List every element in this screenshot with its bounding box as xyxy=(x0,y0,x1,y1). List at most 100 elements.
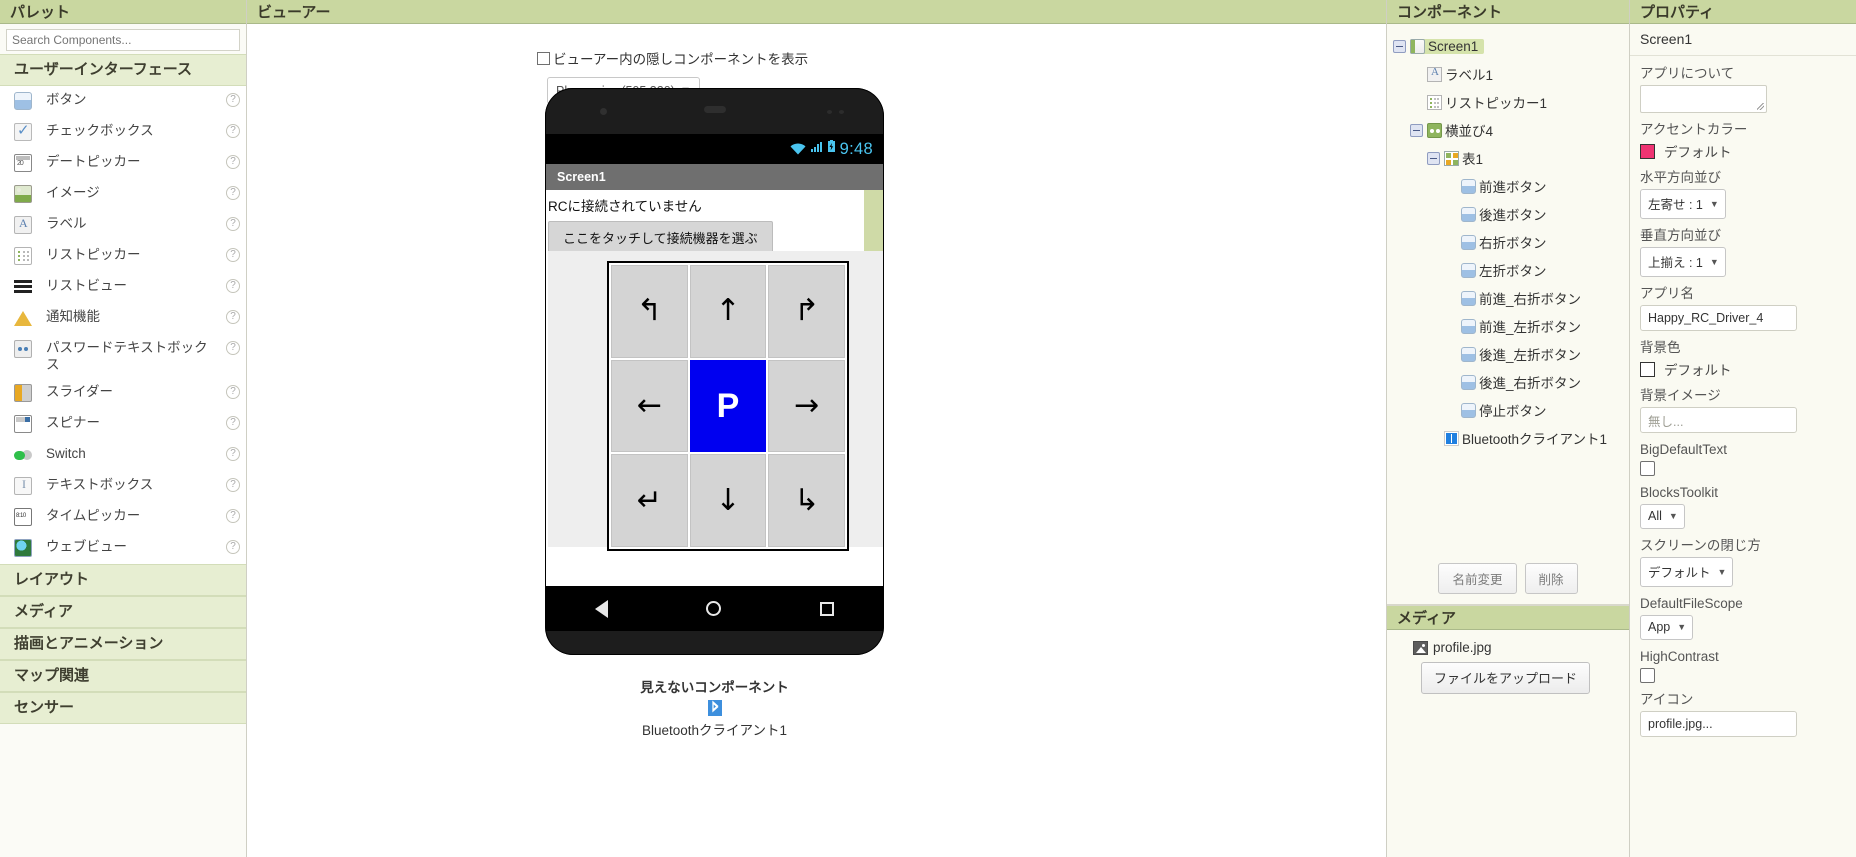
delete-button[interactable]: 削除 xyxy=(1524,563,1578,594)
grid-button-7[interactable]: ↵ xyxy=(611,454,688,547)
help-icon[interactable]: ? xyxy=(226,478,240,492)
tree-node-body[interactable]: 右折ボタン xyxy=(1461,232,1547,252)
label1[interactable]: RCに接続されていません xyxy=(546,190,883,217)
tree-node[interactable]: 前進ボタン xyxy=(1393,172,1629,200)
tree-node[interactable]: 後進ボタン xyxy=(1393,200,1629,228)
grid-button-2[interactable]: ↑ xyxy=(689,265,767,358)
palette-item[interactable]: ウェブビュー? xyxy=(0,533,246,564)
help-icon[interactable]: ? xyxy=(226,279,240,293)
tree-node[interactable]: Screen1 xyxy=(1393,32,1629,60)
color-swatch-icon[interactable] xyxy=(1640,143,1655,159)
help-icon[interactable]: ? xyxy=(226,341,240,355)
help-icon[interactable]: ? xyxy=(226,186,240,200)
tree-node-body[interactable]: リストピッカー1 xyxy=(1427,92,1547,112)
show-hidden-checkbox[interactable] xyxy=(537,51,550,65)
nav-back-icon[interactable] xyxy=(595,599,609,618)
help-icon[interactable]: ? xyxy=(226,217,240,231)
palette-scroll-area[interactable]: ユーザーインターフェースボタン?チェックボックス?デートピッカー?イメージ?ラベ… xyxy=(0,54,246,857)
tree-node[interactable]: 前進_左折ボタン xyxy=(1393,312,1629,340)
properties-list[interactable]: アプリについて アクセントカラー デフォルト 水平方向並び 左寄せ : 1 ▼ 垂直方向並び… xyxy=(1630,56,1856,857)
help-icon[interactable]: ? xyxy=(226,248,240,262)
palette-item[interactable]: Switch? xyxy=(0,440,246,471)
grid-button-1[interactable]: ↰ xyxy=(611,265,688,358)
property-input-bg_image[interactable]: 無し... xyxy=(1640,407,1797,433)
palette-category-header[interactable]: レイアウト xyxy=(0,564,246,596)
palette-item[interactable]: パスワードテキストボックス? xyxy=(0,334,246,378)
tree-node-body[interactable]: ラベル1 xyxy=(1427,64,1493,84)
palette-item[interactable]: リストビュー? xyxy=(0,272,246,303)
property-input-icon[interactable]: profile.jpg... xyxy=(1640,711,1797,737)
invisible-component-bluetoothclient1[interactable]: Bluetoothクライアント1 xyxy=(545,700,884,739)
palette-item[interactable]: テキストボックス? xyxy=(0,471,246,502)
tree-node[interactable]: 左折ボタン xyxy=(1393,256,1629,284)
property-input-app_name[interactable]: Happy_RC_Driver_4 xyxy=(1640,305,1797,331)
palette-category-header[interactable]: センサー xyxy=(0,692,246,724)
tree-node-body[interactable]: 前進_左折ボタン xyxy=(1461,316,1581,336)
palette-item[interactable]: スライダー? xyxy=(0,378,246,409)
property-select-align_v[interactable]: 上揃え : 1 ▼ xyxy=(1640,247,1726,277)
tree-node-body[interactable]: 左折ボタン xyxy=(1461,260,1547,280)
palette-item[interactable]: ラベル? xyxy=(0,210,246,241)
property-select-close_anim[interactable]: デフォルト ▼ xyxy=(1640,557,1734,587)
help-icon[interactable]: ? xyxy=(226,155,240,169)
palette-item[interactable]: ボタン? xyxy=(0,86,246,117)
search-input[interactable] xyxy=(6,29,240,51)
tree-node[interactable]: ラベル1 xyxy=(1393,60,1629,88)
help-icon[interactable]: ? xyxy=(226,385,240,399)
grid-button-9[interactable]: ↳ xyxy=(768,454,845,547)
help-icon[interactable]: ? xyxy=(226,447,240,461)
help-icon[interactable]: ? xyxy=(226,124,240,138)
property-checkbox-high_contrast[interactable] xyxy=(1640,668,1655,683)
tree-node-body[interactable]: 後進ボタン xyxy=(1461,204,1547,224)
grid-button-4[interactable]: ← xyxy=(611,359,688,453)
property-color-accent_color[interactable]: デフォルト xyxy=(1640,141,1846,161)
tree-collapse-toggle[interactable] xyxy=(1410,123,1423,137)
palette-category-header[interactable]: 描画とアニメーション xyxy=(0,628,246,660)
tree-node[interactable]: 後進_左折ボタン xyxy=(1393,340,1629,368)
grid-button-3[interactable]: ↱ xyxy=(768,265,845,358)
help-icon[interactable]: ? xyxy=(226,509,240,523)
show-hidden-components-row[interactable]: ビューアー内の隠しコンポーネントを表示 xyxy=(537,48,1386,68)
tree-node[interactable]: 後進_右折ボタン xyxy=(1393,368,1629,396)
property-textarea-about[interactable] xyxy=(1640,85,1767,113)
tree-collapse-toggle[interactable] xyxy=(1393,39,1406,53)
listpicker1[interactable]: ここをタッチして接続機器を選ぶ xyxy=(548,221,773,255)
nav-recents-icon[interactable] xyxy=(819,601,834,616)
help-icon[interactable]: ? xyxy=(226,310,240,324)
tree-node[interactable]: 表1 xyxy=(1393,144,1629,172)
property-select-file_scope[interactable]: App ▼ xyxy=(1640,615,1694,640)
tree-node-body[interactable]: 停止ボタン xyxy=(1461,400,1547,420)
nav-home-icon[interactable] xyxy=(706,601,722,616)
tree-node[interactable]: 停止ボタン xyxy=(1393,396,1629,424)
palette-category-header[interactable]: ユーザーインターフェース xyxy=(0,54,246,86)
tree-node-body[interactable]: 表1 xyxy=(1444,148,1483,168)
help-icon[interactable]: ? xyxy=(226,93,240,107)
tree-node[interactable]: リストピッカー1 xyxy=(1393,88,1629,116)
property-color-bg_color[interactable]: デフォルト xyxy=(1640,359,1846,379)
palette-item[interactable]: スピナー? xyxy=(0,409,246,440)
grid-button-5[interactable]: P xyxy=(689,359,767,453)
tree-node-body[interactable]: 横並び4 xyxy=(1427,120,1493,140)
component-tree[interactable]: Screen1 ラベル1 リストピッカー1 横並び4 表1 前進ボタン後進ボタン右折ボタン… xyxy=(1387,24,1629,557)
palette-item[interactable]: デートピッカー? xyxy=(0,148,246,179)
help-icon[interactable]: ? xyxy=(226,416,240,430)
grid-button-8[interactable]: ↓ xyxy=(689,454,767,547)
tree-node-body[interactable]: 前進_右折ボタン xyxy=(1461,288,1581,308)
rename-button[interactable]: 名前変更 xyxy=(1438,563,1517,594)
property-checkbox-big_default[interactable] xyxy=(1640,461,1655,476)
property-select-blocks_toolkit[interactable]: All ▼ xyxy=(1640,504,1685,529)
palette-item[interactable]: 通知機能? xyxy=(0,303,246,334)
tree-node-body[interactable]: 前進ボタン xyxy=(1461,176,1547,196)
tree-node[interactable]: 前進_右折ボタン xyxy=(1393,284,1629,312)
tree-node-body[interactable]: Screen1 xyxy=(1410,38,1485,54)
palette-category-header[interactable]: マップ関連 xyxy=(0,660,246,692)
upload-file-button[interactable]: ファイルをアップロード xyxy=(1421,662,1591,694)
palette-item[interactable]: チェックボックス? xyxy=(0,117,246,148)
tree-collapse-toggle[interactable] xyxy=(1427,151,1440,165)
palette-item[interactable]: イメージ? xyxy=(0,179,246,210)
tree-node[interactable]: Bluetoothクライアント1 xyxy=(1393,424,1629,452)
tree-node-body[interactable]: 後進_左折ボタン xyxy=(1461,344,1581,364)
color-swatch-icon[interactable] xyxy=(1640,361,1655,377)
property-select-align_h[interactable]: 左寄せ : 1 ▼ xyxy=(1640,189,1726,219)
palette-item[interactable]: リストピッカー? xyxy=(0,241,246,272)
